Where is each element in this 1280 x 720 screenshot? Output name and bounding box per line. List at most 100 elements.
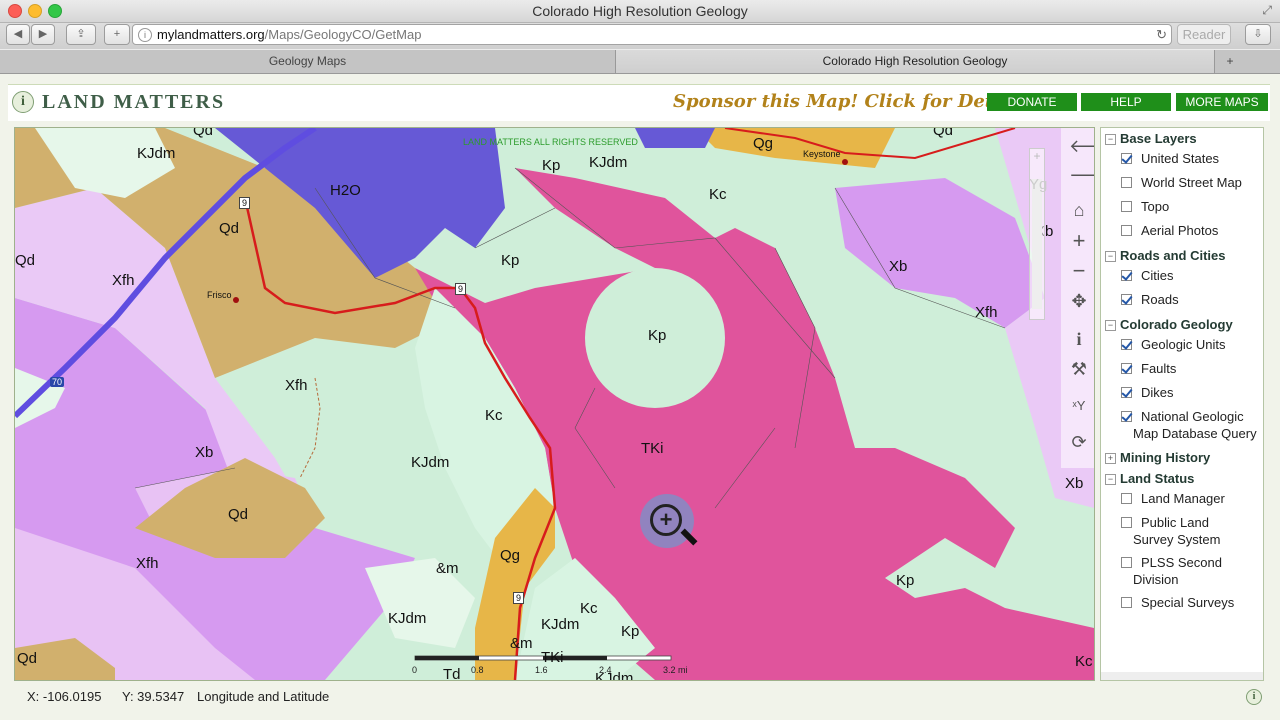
tab-geology-maps[interactable]: Geology Maps: [0, 50, 615, 73]
site-header: i LAND MATTERS Sponsor this Map! Click f…: [8, 84, 1270, 121]
previous-extent-icon[interactable]: 🡐: [1069, 136, 1094, 156]
refresh-icon[interactable]: ⟳: [1069, 432, 1089, 452]
collapse-toggle[interactable]: −: [1105, 251, 1116, 262]
zoom-slider-plus-icon[interactable]: +: [1030, 149, 1044, 163]
layer-item-plss-second-division[interactable]: PLSS Second Division: [1121, 555, 1222, 587]
checkbox[interactable]: [1121, 557, 1132, 568]
layer-item-united-states[interactable]: United States: [1121, 151, 1220, 166]
layer-item-land-manager[interactable]: Land Manager: [1121, 491, 1225, 506]
tab-colorado-geology[interactable]: Colorado High Resolution Geology: [615, 50, 1214, 73]
more-maps-button[interactable]: MORE MAPS: [1176, 93, 1268, 111]
reload-icon[interactable]: ↻: [1156, 25, 1167, 44]
layer-group-colorado-geology[interactable]: − Colorado Geology: [1105, 317, 1233, 332]
layer-group-roads-cities[interactable]: − Roads and Cities: [1105, 248, 1225, 263]
geology-map[interactable]: LAND MATTERS ALL RIGHTS RESERVED Qd KJdm…: [14, 127, 1095, 681]
zoom-in-icon[interactable]: +: [1069, 230, 1089, 252]
layer-group-base-layers[interactable]: − Base Layers: [1105, 131, 1197, 146]
layer-item-dikes[interactable]: Dikes: [1121, 385, 1174, 400]
collapse-toggle[interactable]: −: [1105, 134, 1116, 145]
checkbox[interactable]: [1121, 201, 1132, 212]
layer-item-plss[interactable]: Public Land Survey System: [1121, 515, 1220, 547]
checkbox[interactable]: [1121, 597, 1132, 608]
add-tab-icon[interactable]: +: [1214, 50, 1245, 73]
group-label: Land Status: [1120, 471, 1195, 486]
zoom-slider-thumb[interactable]: [1032, 179, 1042, 309]
layer-label: Cities: [1141, 268, 1174, 283]
map-nav-toolbar: 🡐 🡒 ⌂ + − ✥ i ⚒ ˣY ⟳: [1061, 128, 1094, 468]
downloads-button[interactable]: ⇩: [1245, 24, 1271, 45]
layer-item-special-surveys[interactable]: Special Surveys: [1121, 595, 1234, 610]
help-button[interactable]: HELP: [1081, 93, 1171, 111]
map-label: Kc: [580, 600, 598, 617]
layer-label: United States: [1141, 151, 1220, 166]
checkbox[interactable]: [1121, 294, 1132, 305]
map-label: Xb: [889, 258, 908, 275]
collapse-toggle[interactable]: −: [1105, 474, 1116, 485]
layer-item-faults[interactable]: Faults: [1121, 361, 1176, 376]
map-label: Qd: [219, 220, 240, 237]
group-label: Roads and Cities: [1120, 248, 1226, 263]
city-label-frisco: Frisco: [207, 290, 232, 300]
map-label: &m: [436, 560, 459, 577]
layer-item-topo[interactable]: Topo: [1121, 199, 1169, 214]
layer-item-geologic-units[interactable]: Geologic Units: [1121, 337, 1226, 352]
checkbox[interactable]: [1121, 153, 1132, 164]
layer-item-ngmdb-query[interactable]: National Geologic Map Database Query: [1121, 409, 1257, 441]
checkbox[interactable]: [1121, 517, 1132, 528]
forward-button[interactable]: ▶: [31, 24, 55, 45]
address-bar[interactable]: i mylandmatters.org/Maps/GeologyCO/GetMa…: [132, 24, 1172, 45]
layer-label: Aerial Photos: [1141, 223, 1219, 238]
zoom-magnifier-icon[interactable]: +: [640, 494, 698, 548]
share-button[interactable]: ⇪: [66, 24, 96, 45]
checkbox[interactable]: [1121, 339, 1132, 350]
info-icon[interactable]: i: [1246, 689, 1262, 705]
checkbox[interactable]: [1121, 387, 1132, 398]
latitude-readout: Y: 39.5347: [122, 689, 185, 704]
new-tab-button[interactable]: +: [104, 24, 130, 45]
measure-icon[interactable]: ⚒: [1069, 359, 1089, 379]
map-label: Xb: [1065, 475, 1084, 492]
highway-shield: 70: [50, 377, 65, 387]
layer-panel-scrollbar[interactable]: [1101, 672, 1263, 680]
identify-icon[interactable]: i: [1069, 329, 1089, 349]
layer-item-cities[interactable]: Cities: [1121, 268, 1174, 283]
map-canvas[interactable]: [15, 128, 1094, 680]
layer-item-world-street-map[interactable]: World Street Map: [1121, 175, 1242, 190]
expand-toggle[interactable]: +: [1105, 453, 1116, 464]
checkbox[interactable]: [1121, 493, 1132, 504]
site-info-icon[interactable]: i: [138, 28, 152, 42]
map-label: Kc: [1075, 653, 1093, 670]
coordinate-units: Longitude and Latitude: [197, 689, 330, 704]
donate-button[interactable]: DONATE: [987, 93, 1077, 111]
layer-group-mining-history[interactable]: + Mining History: [1105, 450, 1210, 465]
checkbox[interactable]: [1121, 363, 1132, 374]
collapse-toggle[interactable]: −: [1105, 320, 1116, 331]
fullscreen-icon[interactable]: ⤢: [1262, 3, 1272, 18]
layer-item-roads[interactable]: Roads: [1121, 292, 1179, 307]
checkbox[interactable]: [1121, 270, 1132, 281]
map-label: Qg: [500, 547, 521, 564]
map-label: Qd: [15, 252, 36, 269]
checkbox[interactable]: [1121, 177, 1132, 188]
sponsor-link[interactable]: Sponsor this Map! Click for Details: [673, 91, 1029, 112]
checkbox[interactable]: [1121, 225, 1132, 236]
info-icon[interactable]: i: [12, 91, 34, 113]
checkbox[interactable]: [1121, 411, 1132, 422]
back-button[interactable]: ◀: [6, 24, 30, 45]
map-label: Qd: [228, 506, 249, 523]
highway-shield: 9: [239, 197, 251, 209]
next-extent-icon[interactable]: 🡒: [1069, 165, 1094, 185]
map-label: Yg: [1029, 176, 1048, 193]
pan-icon[interactable]: ✥: [1069, 291, 1089, 311]
zoom-out-icon[interactable]: −: [1069, 260, 1089, 282]
coordinates-icon[interactable]: ˣY: [1069, 396, 1089, 416]
group-label: Base Layers: [1120, 131, 1197, 146]
zoom-slider[interactable]: +: [1029, 148, 1045, 320]
map-label: Xb: [195, 444, 214, 461]
copyright-notice: LAND MATTERS ALL RIGHTS RESERVED: [463, 137, 638, 147]
site-logo[interactable]: LAND MATTERS: [42, 91, 225, 114]
layer-group-land-status[interactable]: − Land Status: [1105, 471, 1194, 486]
home-icon[interactable]: ⌂: [1069, 200, 1089, 220]
reader-button[interactable]: Reader: [1177, 24, 1231, 45]
layer-item-aerial-photos[interactable]: Aerial Photos: [1121, 223, 1219, 238]
